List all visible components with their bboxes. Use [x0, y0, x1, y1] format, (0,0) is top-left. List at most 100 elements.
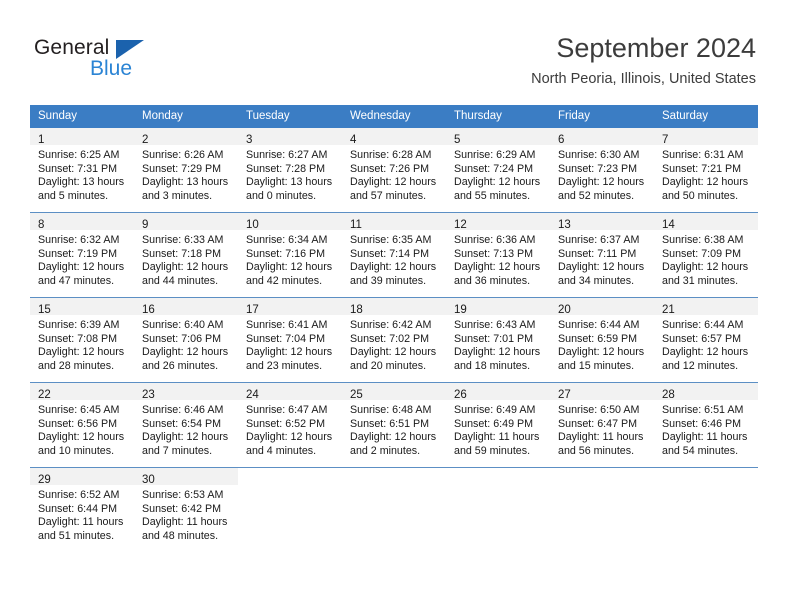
day-detail-line: Sunset: 7:06 PM — [142, 332, 222, 345]
day-detail-line: and 39 minutes. — [350, 274, 427, 287]
day-detail-lines: Sunrise: 6:45 AM Sunset: 6:56 PM Daylight:… — [30, 400, 134, 458]
calendar-day-cell[interactable]: 17 Sunrise: 6:41 AM Sunset: 7:04 PM Dayligh… — [238, 297, 342, 383]
day-detail-lines: Sunrise: 6:37 AM Sunset: 7:11 PM Daylight:… — [550, 230, 654, 288]
calendar-day-cell[interactable]: 15 Sunrise: 6:39 AM Sunset: 7:08 PM Dayligh… — [30, 297, 134, 383]
calendar-day-cell[interactable]: 10 Sunrise: 6:34 AM Sunset: 7:16 PM Dayligh… — [238, 212, 342, 298]
day-cell-inner: 11 Sunrise: 6:35 AM Sunset: 7:14 PM Dayligh… — [342, 213, 446, 297]
day-detail-lines: Sunrise: 6:52 AM Sunset: 6:44 PM Daylight:… — [30, 485, 134, 543]
calendar-day-cell[interactable]: 3 Sunrise: 6:27 AM Sunset: 7:28 PM Daylight… — [238, 128, 342, 213]
calendar-day-cell[interactable]: 5 Sunrise: 6:29 AM Sunset: 7:24 PM Daylight… — [446, 128, 550, 213]
calendar-week-row: 8 Sunrise: 6:32 AM Sunset: 7:19 PM Daylight… — [30, 212, 758, 298]
day-detail-line: Sunrise: 6:37 AM — [558, 234, 640, 246]
day-cell-inner: 4 Sunrise: 6:28 AM Sunset: 7:26 PM Daylight… — [342, 128, 446, 212]
day-detail-lines: Sunrise: 6:28 AM Sunset: 7:26 PM Daylight:… — [342, 145, 446, 203]
day-detail-line: Sunrise: 6:50 AM — [558, 404, 640, 416]
day-number-band: 30 — [134, 468, 238, 486]
day-detail-lines: Sunrise: 6:44 AM Sunset: 6:59 PM Daylight:… — [550, 315, 654, 373]
day-number: 29 — [38, 474, 51, 486]
calendar-day-cell[interactable]: 22 Sunrise: 6:45 AM Sunset: 6:56 PM Dayligh… — [30, 382, 134, 468]
day-detail-line: Sunset: 7:04 PM — [246, 332, 326, 345]
day-detail-line: and 23 minutes. — [246, 359, 323, 372]
day-detail-line: Daylight: 12 hours — [246, 431, 333, 444]
calendar-day-cell[interactable]: 19 Sunrise: 6:43 AM Sunset: 7:01 PM Dayligh… — [446, 297, 550, 383]
day-detail-lines: Sunrise: 6:31 AM Sunset: 7:21 PM Daylight:… — [654, 145, 758, 203]
calendar-day-cell[interactable]: 4 Sunrise: 6:28 AM Sunset: 7:26 PM Daylight… — [342, 128, 446, 213]
calendar-day-cell[interactable]: 28 Sunrise: 6:51 AM Sunset: 6:46 PM Dayligh… — [654, 382, 758, 468]
day-number-band: 28 — [654, 383, 758, 401]
day-detail-line: and 48 minutes. — [142, 529, 219, 542]
calendar-header-row: Sunday Monday Tuesday Wednesday Thursday Frid… — [30, 105, 758, 128]
calendar-day-cell[interactable]: 29 Sunrise: 6:52 AM Sunset: 6:44 PM Dayligh… — [30, 467, 134, 552]
calendar-day-cell[interactable]: 12 Sunrise: 6:36 AM Sunset: 7:13 PM Dayligh… — [446, 212, 550, 298]
day-detail-line: and 52 minutes. — [558, 189, 635, 202]
calendar-day-cell[interactable]: 18 Sunrise: 6:42 AM Sunset: 7:02 PM Dayligh… — [342, 297, 446, 383]
day-detail-line: Daylight: 12 hours — [246, 261, 333, 274]
day-number: 24 — [246, 389, 259, 401]
day-cell-inner: 18 Sunrise: 6:42 AM Sunset: 7:02 PM Dayligh… — [342, 298, 446, 382]
calendar-day-cell[interactable]: 26 Sunrise: 6:49 AM Sunset: 6:49 PM Dayligh… — [446, 382, 550, 468]
day-detail-line: Sunrise: 6:41 AM — [246, 319, 328, 331]
calendar-day-cell[interactable]: 23 Sunrise: 6:46 AM Sunset: 6:54 PM Dayligh… — [134, 382, 238, 468]
day-detail-lines: Sunrise: 6:35 AM Sunset: 7:14 PM Daylight:… — [342, 230, 446, 288]
day-detail-line: Sunrise: 6:47 AM — [246, 404, 328, 416]
generalblue-logo[interactable]: General Blue — [34, 36, 164, 84]
day-number: 15 — [38, 304, 51, 316]
calendar-day-cell[interactable]: 14 Sunrise: 6:38 AM Sunset: 7:09 PM Dayligh… — [654, 212, 758, 298]
day-number: 22 — [38, 389, 51, 401]
day-number-band: 6 — [550, 128, 654, 146]
calendar-day-cell[interactable]: 20 Sunrise: 6:44 AM Sunset: 6:59 PM Dayligh… — [550, 297, 654, 383]
day-number: 26 — [454, 389, 467, 401]
calendar-empty-cell — [446, 467, 550, 552]
day-number-band: 7 — [654, 128, 758, 146]
calendar-day-cell[interactable]: 7 Sunrise: 6:31 AM Sunset: 7:21 PM Daylight… — [654, 128, 758, 213]
day-number-band: 27 — [550, 383, 654, 401]
calendar-day-cell[interactable]: 27 Sunrise: 6:50 AM Sunset: 6:47 PM Dayligh… — [550, 382, 654, 468]
calendar-day-cell[interactable]: 1 Sunrise: 6:25 AM Sunset: 7:31 PM Daylight… — [30, 128, 134, 213]
calendar-day-cell[interactable]: 8 Sunrise: 6:32 AM Sunset: 7:19 PM Daylight… — [30, 212, 134, 298]
calendar-day-cell[interactable]: 24 Sunrise: 6:47 AM Sunset: 6:52 PM Dayligh… — [238, 382, 342, 468]
day-detail-line: Daylight: 12 hours — [662, 261, 749, 274]
day-detail-line: Daylight: 12 hours — [558, 346, 645, 359]
day-detail-line: Daylight: 13 hours — [38, 176, 125, 189]
day-detail-line: and 57 minutes. — [350, 189, 427, 202]
day-detail-line: Sunset: 7:01 PM — [454, 332, 534, 345]
day-detail-line: Daylight: 12 hours — [350, 261, 437, 274]
day-detail-line: Sunset: 7:21 PM — [662, 162, 742, 175]
calendar-day-cell[interactable]: 30 Sunrise: 6:53 AM Sunset: 6:42 PM Dayligh… — [134, 467, 238, 552]
day-detail-line: Sunrise: 6:42 AM — [350, 319, 432, 331]
day-detail-line: Sunset: 6:59 PM — [558, 332, 638, 345]
calendar-week-row: 15 Sunrise: 6:39 AM Sunset: 7:08 PM Dayligh… — [30, 297, 758, 383]
day-detail-line: Sunset: 7:23 PM — [558, 162, 638, 175]
day-number: 5 — [454, 134, 461, 146]
day-detail-line: Sunrise: 6:34 AM — [246, 234, 328, 246]
day-detail-lines: Sunrise: 6:29 AM Sunset: 7:24 PM Daylight:… — [446, 145, 550, 203]
calendar-day-cell[interactable]: 6 Sunrise: 6:30 AM Sunset: 7:23 PM Daylight… — [550, 128, 654, 213]
day-detail-line: and 54 minutes. — [662, 444, 739, 457]
day-detail-lines: Sunrise: 6:27 AM Sunset: 7:28 PM Daylight:… — [238, 145, 342, 203]
calendar-day-cell[interactable]: 25 Sunrise: 6:48 AM Sunset: 6:51 PM Dayligh… — [342, 382, 446, 468]
day-detail-line: Daylight: 12 hours — [142, 431, 229, 444]
calendar-week-row: 1 Sunrise: 6:25 AM Sunset: 7:31 PM Daylight… — [30, 128, 758, 213]
day-detail-line: and 56 minutes. — [558, 444, 635, 457]
calendar-day-cell[interactable]: 21 Sunrise: 6:44 AM Sunset: 6:57 PM Dayligh… — [654, 297, 758, 383]
day-detail-lines: Sunrise: 6:30 AM Sunset: 7:23 PM Daylight:… — [550, 145, 654, 203]
day-detail-line: Daylight: 12 hours — [454, 346, 541, 359]
day-detail-line: Daylight: 12 hours — [350, 346, 437, 359]
calendar-day-cell[interactable]: 9 Sunrise: 6:33 AM Sunset: 7:18 PM Daylight… — [134, 212, 238, 298]
day-detail-line: Sunrise: 6:25 AM — [38, 149, 120, 161]
day-number: 16 — [142, 304, 155, 316]
day-detail-lines: Sunrise: 6:47 AM Sunset: 6:52 PM Daylight:… — [238, 400, 342, 458]
day-detail-line: Daylight: 12 hours — [558, 261, 645, 274]
day-cell-inner: 12 Sunrise: 6:36 AM Sunset: 7:13 PM Dayligh… — [446, 213, 550, 297]
day-detail-line: and 26 minutes. — [142, 359, 219, 372]
calendar-day-cell[interactable]: 2 Sunrise: 6:26 AM Sunset: 7:29 PM Daylight… — [134, 128, 238, 213]
day-detail-line: Sunrise: 6:29 AM — [454, 149, 536, 161]
day-cell-inner: 17 Sunrise: 6:41 AM Sunset: 7:04 PM Dayligh… — [238, 298, 342, 382]
day-detail-lines: Sunrise: 6:40 AM Sunset: 7:06 PM Daylight:… — [134, 315, 238, 373]
day-detail-line: Sunset: 6:54 PM — [142, 417, 222, 430]
calendar-day-cell[interactable]: 16 Sunrise: 6:40 AM Sunset: 7:06 PM Dayligh… — [134, 297, 238, 383]
day-number: 21 — [662, 304, 675, 316]
calendar-day-cell[interactable]: 11 Sunrise: 6:35 AM Sunset: 7:14 PM Dayligh… — [342, 212, 446, 298]
calendar-day-cell[interactable]: 13 Sunrise: 6:37 AM Sunset: 7:11 PM Dayligh… — [550, 212, 654, 298]
title-block: September 2024 North Peoria, Illinois, U… — [531, 32, 756, 88]
